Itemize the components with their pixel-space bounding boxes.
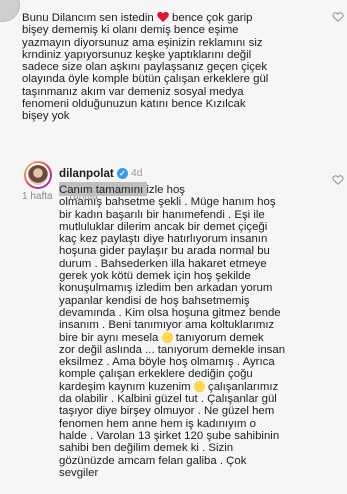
comment-text: Bunu Dilancım sen istedin bence çok gari… [22, 11, 322, 123]
reply-text-part: Canım tamamını izle hoş olmamış bahsetme… [59, 184, 281, 344]
grinning-face-emoji [161, 331, 173, 343]
commenter-avatar[interactable] [0, 0, 20, 22]
comments-panel: Bunu Dilancım sen istedin bence çok gari… [0, 0, 347, 494]
reply-username[interactable]: dilanpolat [59, 167, 114, 180]
verified-badge-icon: ✓ [117, 168, 128, 179]
avatar-ring [26, 163, 50, 187]
user-avatar[interactable] [24, 161, 52, 189]
grinning-face-emoji [193, 380, 205, 392]
reply-text-part: çalışanlarımız da olabilir . Kalbini güz… [59, 380, 280, 479]
comment-text-part: Bunu Dilancım sen istedin [22, 12, 157, 24]
red-heart-emoji [157, 12, 169, 23]
reply-time: 4d [131, 168, 143, 179]
reply-text: Canım tamamını izle hoş olmamış bahsetme… [59, 184, 321, 479]
like-outline-icon[interactable] [332, 11, 344, 22]
comment-time: 1 hafta [22, 191, 53, 202]
like-outline-icon[interactable] [332, 174, 344, 185]
avatar-photo [28, 165, 48, 185]
comment-text-part: bence çok garip bişey dememiş ki olanı d… [22, 12, 269, 123]
